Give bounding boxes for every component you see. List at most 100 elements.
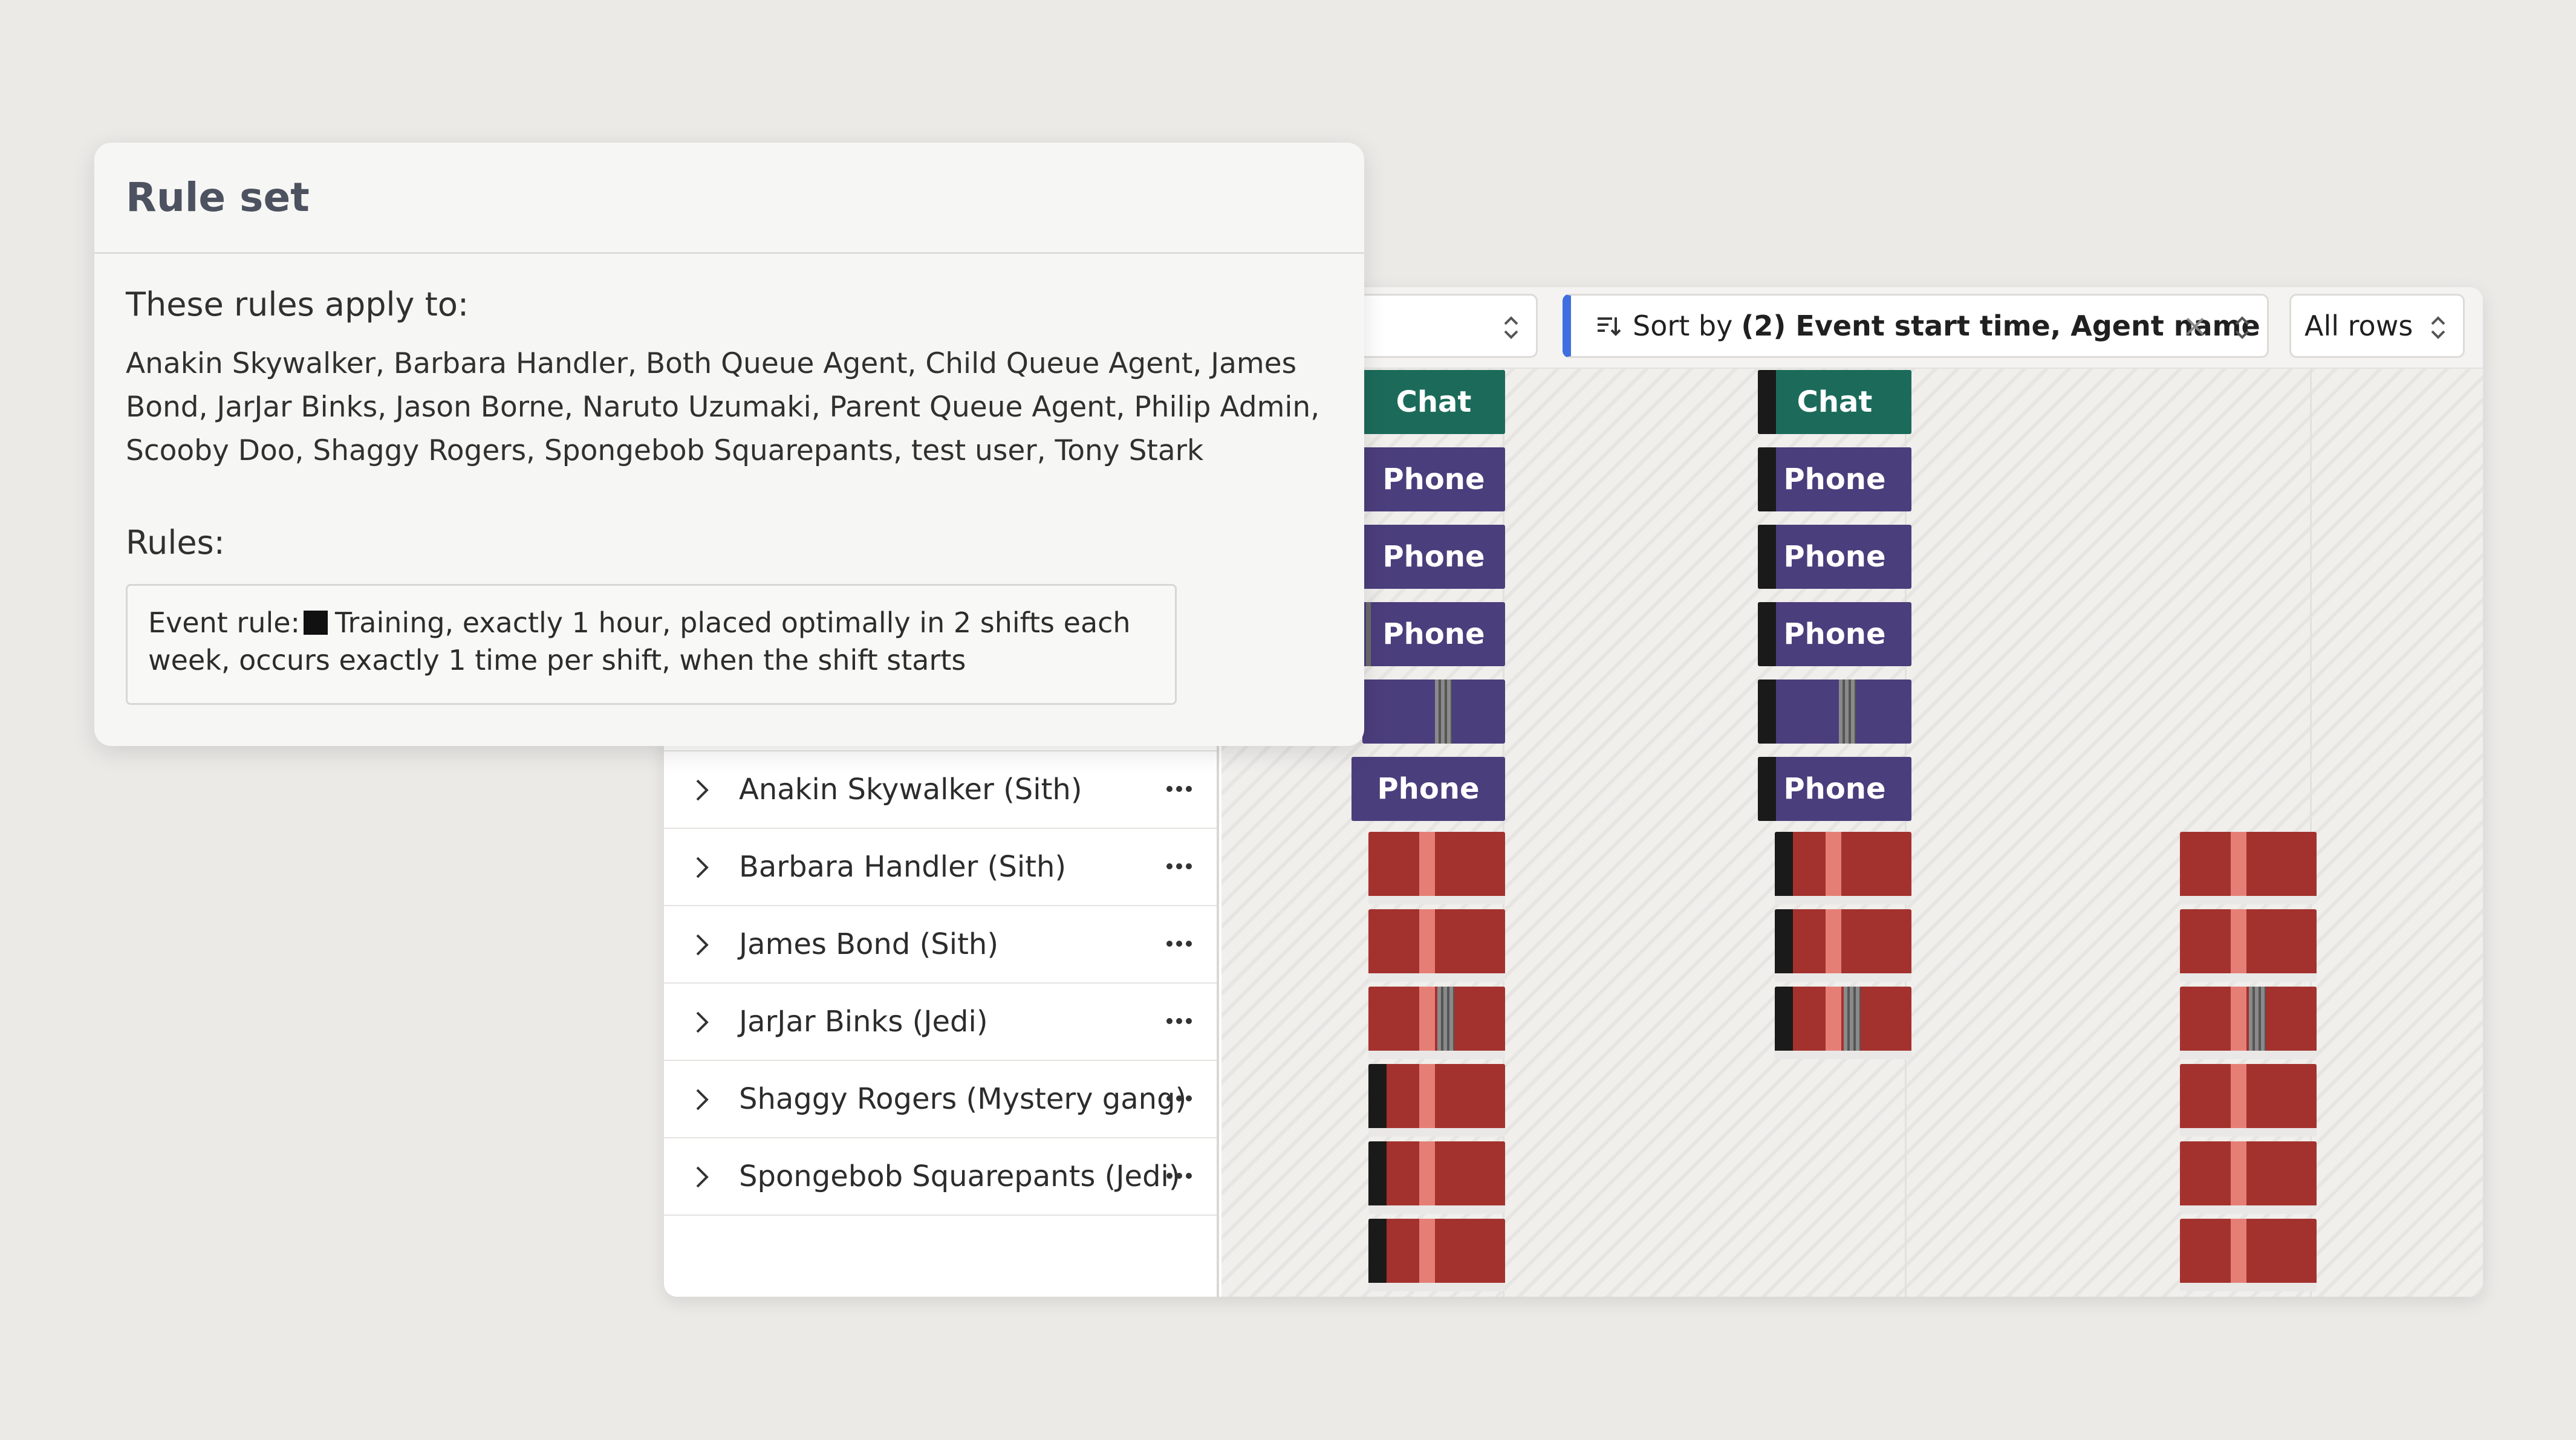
chevron-right-icon[interactable] bbox=[694, 933, 710, 957]
break-block bbox=[1419, 1141, 1435, 1205]
agent-name: Spongebob Squarepants (Jedi) bbox=[739, 1159, 1180, 1193]
training-block bbox=[1368, 1219, 1387, 1283]
lunch-block bbox=[2249, 987, 2266, 1051]
chat-event[interactable]: Chat bbox=[1758, 370, 1911, 434]
chevron-right-icon[interactable] bbox=[694, 1088, 710, 1112]
shift-event[interactable] bbox=[2180, 832, 2317, 904]
break-block bbox=[2231, 1064, 2246, 1128]
agent-row[interactable]: Barbara Handler (Sith) bbox=[664, 829, 1217, 906]
training-block bbox=[1775, 832, 1793, 896]
sort-icon bbox=[1598, 317, 1621, 336]
break-block bbox=[1419, 1064, 1435, 1128]
rows-select[interactable]: All rows bbox=[2289, 294, 2465, 358]
training-block bbox=[1758, 679, 1776, 744]
phone-event[interactable]: Phone bbox=[1362, 525, 1505, 589]
shift-event[interactable] bbox=[1368, 1219, 1505, 1291]
popup-title: Rule set bbox=[126, 174, 310, 221]
shift-event[interactable] bbox=[1368, 1141, 1505, 1214]
shift-event[interactable] bbox=[1368, 909, 1505, 982]
agent-name: Anakin Skywalker (Sith) bbox=[739, 773, 1082, 806]
shift-event[interactable] bbox=[2180, 1064, 2317, 1137]
chat-event[interactable]: Chat bbox=[1362, 370, 1505, 434]
break-block bbox=[2231, 1141, 2246, 1205]
event-label: Chat bbox=[1396, 385, 1472, 419]
break-block bbox=[2231, 832, 2246, 896]
shift-event[interactable] bbox=[1368, 832, 1505, 904]
chevron-right-icon[interactable] bbox=[694, 855, 710, 880]
training-block bbox=[1775, 909, 1793, 973]
break-block bbox=[1419, 909, 1435, 973]
more-options-icon[interactable] bbox=[1165, 1171, 1194, 1181]
event-label: Phone bbox=[1382, 540, 1485, 574]
rule-prefix: Event rule: bbox=[148, 606, 301, 639]
training-block bbox=[1758, 525, 1776, 589]
more-options-icon[interactable] bbox=[1165, 861, 1194, 871]
chevron-right-icon[interactable] bbox=[694, 1165, 710, 1189]
shift-event[interactable] bbox=[1368, 987, 1505, 1059]
event-label: Phone bbox=[1377, 772, 1480, 806]
phone-event[interactable]: Phone bbox=[1758, 757, 1911, 821]
event-rule: Event rule: Training, exactly 1 hour, pla… bbox=[126, 584, 1177, 705]
updown-chevron-icon bbox=[1504, 316, 1518, 339]
training-block bbox=[1368, 1141, 1387, 1205]
phone-event[interactable] bbox=[1758, 679, 1911, 744]
phone-event[interactable]: Phone bbox=[1351, 757, 1505, 821]
chevron-right-icon[interactable] bbox=[694, 778, 710, 802]
applies-to-list: Anakin Skywalker, Barbara Handler, Both … bbox=[126, 347, 1320, 467]
phone-event[interactable]: Phone bbox=[1362, 602, 1505, 666]
applies-to-label: These rules apply to: bbox=[126, 285, 469, 323]
shift-event[interactable] bbox=[1775, 909, 1911, 982]
shift-event[interactable] bbox=[1368, 1064, 1505, 1137]
event-label: Phone bbox=[1783, 462, 1886, 496]
chevron-right-icon[interactable] bbox=[694, 1010, 710, 1034]
more-options-icon[interactable] bbox=[1165, 784, 1194, 794]
break-block bbox=[1419, 987, 1435, 1051]
break-block bbox=[2231, 987, 2246, 1051]
sort-select[interactable]: Sort by (2) Event start time, Agent name bbox=[1563, 294, 2269, 358]
phone-event[interactable]: Phone bbox=[1758, 447, 1911, 511]
popup-header: Rule set bbox=[94, 143, 1364, 254]
rows-label: All rows bbox=[2304, 310, 2413, 342]
training-block bbox=[1368, 1064, 1387, 1128]
break-block bbox=[1419, 832, 1435, 896]
shift-event[interactable] bbox=[2180, 1141, 2317, 1214]
shift-event[interactable] bbox=[1775, 987, 1911, 1059]
lunch-block bbox=[1844, 987, 1861, 1051]
shift-event[interactable] bbox=[1775, 832, 1911, 904]
training-block bbox=[1758, 602, 1776, 666]
shift-event[interactable] bbox=[2180, 1219, 2317, 1291]
event-label: Phone bbox=[1382, 617, 1485, 651]
updown-chevron-icon bbox=[2235, 316, 2249, 339]
more-options-icon[interactable] bbox=[1165, 939, 1194, 949]
phone-event[interactable]: Phone bbox=[1758, 525, 1911, 589]
event-label: Phone bbox=[1783, 772, 1886, 806]
shift-event[interactable] bbox=[2180, 909, 2317, 982]
event-label: Phone bbox=[1783, 617, 1886, 651]
agent-name: Barbara Handler (Sith) bbox=[739, 850, 1067, 884]
agent-name: Shaggy Rogers (Mystery gang) bbox=[739, 1082, 1187, 1116]
lunch-block bbox=[1839, 679, 1856, 744]
agent-row[interactable]: JarJar Binks (Jedi) bbox=[664, 984, 1217, 1061]
agent-row[interactable]: James Bond (Sith) bbox=[664, 906, 1217, 984]
agent-row[interactable]: Spongebob Squarepants (Jedi) bbox=[664, 1138, 1217, 1216]
break-block bbox=[1826, 987, 1841, 1051]
training-color-swatch bbox=[304, 611, 328, 635]
rules-label: Rules: bbox=[126, 524, 225, 562]
lunch-block bbox=[1366, 602, 1371, 666]
agent-row[interactable]: Anakin Skywalker (Sith) bbox=[664, 751, 1217, 829]
training-block bbox=[1775, 987, 1793, 1051]
event-label: Phone bbox=[1783, 540, 1886, 574]
agent-name: James Bond (Sith) bbox=[739, 927, 999, 961]
agent-row[interactable]: Shaggy Rogers (Mystery gang) bbox=[664, 1061, 1217, 1138]
phone-event[interactable] bbox=[1362, 679, 1505, 744]
shift-event[interactable] bbox=[2180, 987, 2317, 1059]
event-label: Phone bbox=[1382, 462, 1485, 496]
more-options-icon[interactable] bbox=[1165, 1016, 1194, 1026]
phone-event[interactable]: Phone bbox=[1362, 447, 1505, 511]
more-options-icon[interactable] bbox=[1165, 1094, 1194, 1103]
event-label: Chat bbox=[1797, 385, 1873, 419]
training-block bbox=[1758, 447, 1776, 511]
break-block bbox=[2231, 909, 2246, 973]
phone-event[interactable]: Phone bbox=[1758, 602, 1911, 666]
clear-sort-icon[interactable] bbox=[2182, 314, 2208, 339]
